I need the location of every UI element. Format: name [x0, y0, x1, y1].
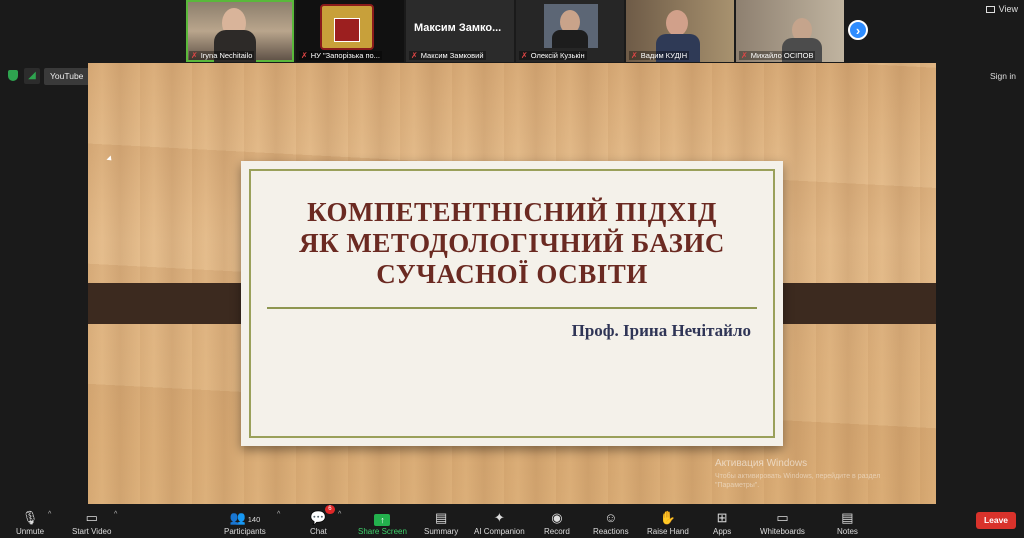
record-button[interactable]: ◉ Record	[544, 509, 570, 536]
slide-author: Проф. Ірина Нечітайло	[571, 321, 751, 340]
participant-name: Iryna Nechitailo	[200, 51, 253, 60]
windows-activation-subtext: Чтобы активировать Windows, перейдите в …	[715, 473, 881, 489]
chat-button[interactable]: 💬 6 Chat	[310, 505, 335, 536]
whiteboard-icon: ▭	[776, 510, 789, 525]
connection-signal-icon[interactable]: ◢	[24, 68, 40, 84]
participants-options-chevron-icon[interactable]: ^	[277, 511, 280, 518]
participant-tile[interactable]: Максим Замко... ✗ Максим Замковий	[406, 0, 514, 62]
next-page-icon[interactable]: ›	[848, 20, 868, 40]
video-options-chevron-icon[interactable]: ^	[114, 511, 117, 518]
summary-document-icon: ▤	[434, 510, 448, 525]
university-logo	[320, 4, 374, 50]
decorative-band-left	[88, 283, 260, 324]
ai-companion-button[interactable]: ✦ AI Companion	[474, 509, 525, 536]
youtube-label: YouTube	[50, 71, 84, 81]
participant-strip: ✗ Iryna Nechitailo ✗ НУ "Запорізька по... …	[186, 0, 844, 62]
unmute-button[interactable]: 🎙 Unmute	[16, 509, 44, 536]
reactions-button[interactable]: ☺ Reactions	[593, 509, 629, 536]
view-button[interactable]: View	[985, 4, 1018, 14]
mic-muted-icon: ✗	[301, 51, 308, 60]
participants-button[interactable]: 👥 140 Participants	[224, 509, 266, 536]
grid-view-icon	[985, 5, 995, 13]
title-divider	[267, 307, 757, 309]
video-off-icon: ▭	[85, 510, 98, 525]
decorative-band-right	[764, 283, 936, 324]
mic-muted-icon: ✗	[631, 51, 638, 60]
meeting-toolbar: 🎙 Unmute ^ ▭ Start Video ^ 👥 140 Particip…	[0, 504, 1024, 538]
apps-button[interactable]: ⊞ Apps	[713, 509, 731, 536]
slide-title-line1: КОМПЕТЕНТНІСНИЙ ПІДХІД	[307, 197, 717, 227]
leave-button[interactable]: Leave	[976, 512, 1016, 529]
participant-name: Олексій Кузькін	[530, 51, 585, 60]
share-screen-arrow-icon: ↑	[374, 514, 391, 526]
participant-name: Вадим КУДІН	[640, 51, 688, 60]
summary-button[interactable]: ▤ Summary	[424, 509, 458, 536]
participant-name: Михайло ОСІПОВ	[750, 51, 814, 60]
participant-big-name: Максим Замко...	[414, 22, 502, 34]
hand-icon: ✋	[659, 510, 676, 525]
zoom-window: ✗ Iryna Nechitailo ✗ НУ "Запорізька по... …	[0, 0, 1024, 538]
whiteboards-button[interactable]: ▭ Whiteboards	[760, 509, 805, 536]
mic-muted-icon: ✗	[741, 51, 748, 60]
start-video-button[interactable]: ▭ Start Video	[72, 509, 111, 536]
chat-unread-badge: 6	[325, 505, 335, 514]
participant-name: Максим Замковий	[420, 51, 484, 60]
raise-hand-button[interactable]: ✋ Raise Hand	[647, 509, 689, 536]
slide-title-line2: ЯК МЕТОДОЛОГІЧНИЙ БАЗИС	[299, 228, 725, 258]
mic-muted-icon: ✗	[411, 51, 418, 60]
slide-title: КОМПЕТЕНТНІСНИЙ ПІДХІД ЯК МЕТОДОЛОГІЧНИЙ…	[241, 197, 783, 290]
participant-tile[interactable]: ✗ Вадим КУДІН	[626, 0, 734, 62]
shared-screen-slide: КОМПЕТЕНТНІСНИЙ ПІДХІД ЯК МЕТОДОЛОГІЧНИЙ…	[88, 63, 936, 504]
record-icon: ◉	[551, 510, 563, 525]
microphone-muted-icon: 🎙	[21, 510, 39, 525]
participant-tile[interactable]: ✗ НУ "Запорізька по...	[296, 0, 404, 62]
chat-options-chevron-icon[interactable]: ^	[338, 511, 341, 518]
notes-button[interactable]: ▤ Notes	[837, 509, 858, 536]
windows-activation-watermark: Активация Windows	[715, 458, 808, 469]
people-icon: 👥	[229, 510, 246, 525]
security-shield-icon[interactable]	[8, 70, 18, 81]
mic-muted-icon: ✗	[191, 51, 198, 60]
participant-tile[interactable]: ✗ Олексій Кузькін	[516, 0, 624, 62]
participants-count: 140	[247, 515, 261, 524]
participant-tile[interactable]: ✗ Iryna Nechitailo	[186, 0, 294, 62]
share-screen-button[interactable]: ↑ Share Screen	[358, 511, 407, 536]
sign-in-link[interactable]: Sign in	[990, 71, 1016, 81]
sparkle-icon: ✦	[493, 510, 505, 525]
smiley-plus-icon: ☺	[604, 510, 618, 525]
participant-name: НУ "Запорізька по...	[310, 51, 380, 60]
title-card: КОМПЕТЕНТНІСНИЙ ПІДХІД ЯК МЕТОДОЛОГІЧНИЙ…	[241, 161, 783, 446]
mic-muted-icon: ✗	[521, 51, 528, 60]
apps-grid-icon: ⊞	[716, 510, 728, 525]
participant-tile[interactable]: ✗ Михайло ОСІПОВ	[736, 0, 844, 62]
mouse-cursor-icon	[106, 155, 114, 163]
view-label: View	[998, 4, 1018, 14]
audio-options-chevron-icon[interactable]: ^	[48, 511, 51, 518]
chat-bubble-icon: 💬 6	[310, 505, 335, 526]
slide-title-line3: СУЧАСНОЇ ОСВІТИ	[376, 259, 648, 289]
notes-icon: ▤	[841, 510, 854, 525]
